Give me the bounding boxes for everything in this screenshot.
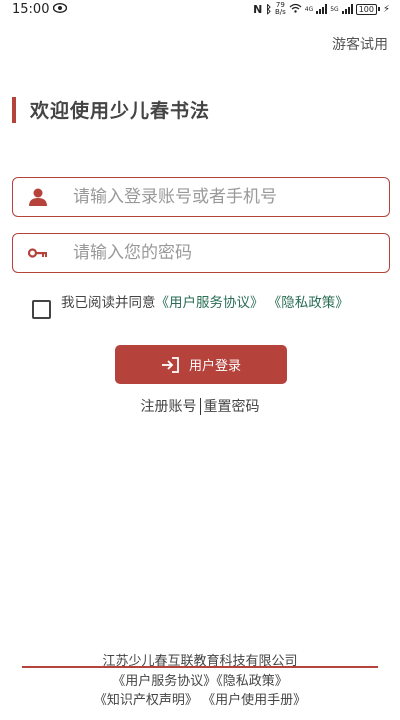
welcome-title: 欢迎使用少儿春书法 — [30, 100, 211, 122]
guest-trial-link[interactable]: 游客试用 — [332, 34, 388, 54]
nfc-icon: N — [253, 2, 263, 16]
status-left: 15:00 — [12, 1, 68, 17]
privacy-policy-link[interactable]: 《隐私政策》 — [268, 295, 349, 311]
login-button[interactable]: 用户登录 — [115, 345, 287, 384]
key-icon — [13, 248, 63, 258]
account-input[interactable] — [73, 187, 383, 207]
battery-icon: 100 — [355, 3, 380, 15]
welcome-heading: 欢迎使用少儿春书法 — [12, 96, 210, 123]
network-speed: 79 B/s — [275, 2, 286, 16]
agreement-prefix: 我已阅读并同意 — [61, 295, 156, 311]
links-divider — [199, 397, 201, 415]
service-agreement-link[interactable]: 《用户服务协议》 — [156, 295, 264, 311]
net-speed-unit: B/s — [274, 8, 286, 16]
account-links: 注册账号 重置密码 — [0, 396, 400, 416]
agreement-text: 我已阅读并同意《用户服务协议》 《隐私政策》 — [61, 294, 371, 313]
battery-level: 100 — [355, 3, 377, 15]
register-link[interactable]: 注册账号 — [141, 396, 197, 416]
signal1-label: 4G — [304, 5, 314, 13]
agreement-row: 我已阅读并同意《用户服务协议》 《隐私政策》 — [32, 294, 371, 319]
status-time: 15:00 — [12, 1, 50, 17]
welcome-accent-bar — [12, 96, 16, 123]
status-right: N ᛒ 79 B/s 4G 5G 100 ⚡ — [253, 2, 390, 16]
signal2-label: 5G — [330, 5, 339, 13]
password-field[interactable] — [12, 233, 390, 273]
bluetooth-icon: ᛒ — [265, 2, 272, 16]
charging-icon: ⚡ — [382, 3, 390, 15]
wifi-icon — [289, 3, 302, 16]
footer-user-manual-link[interactable]: 《用户使用手册》 — [202, 693, 306, 708]
reset-password-link[interactable]: 重置密码 — [204, 396, 260, 416]
user-icon — [13, 188, 63, 206]
footer-privacy-policy-link[interactable]: 《隐私政策》 — [216, 674, 288, 689]
password-input[interactable] — [73, 243, 383, 263]
signal-icon-2 — [341, 4, 353, 14]
login-label: 用户登录 — [188, 359, 241, 374]
agreement-checkbox[interactable] — [32, 300, 51, 319]
footer-links-row-2: 《知识产权声明》 《用户使用手册》 — [0, 689, 400, 708]
status-bar: 15:00 N ᛒ 79 B/s 4G 5G 100 ⚡ — [0, 0, 400, 18]
account-field[interactable] — [12, 177, 390, 217]
battery-tip — [377, 7, 380, 11]
eye-icon — [53, 2, 68, 17]
footer-links-row-1: 《用户服务协议》《隐私政策》 — [0, 670, 400, 689]
footer-divider — [22, 666, 378, 668]
login-arrow-icon — [161, 356, 179, 373]
signal-icon-1 — [316, 4, 328, 14]
footer-service-agreement-link[interactable]: 《用户服务协议》 — [112, 674, 216, 689]
footer-ip-statement-link[interactable]: 《知识产权声明》 — [94, 693, 198, 708]
